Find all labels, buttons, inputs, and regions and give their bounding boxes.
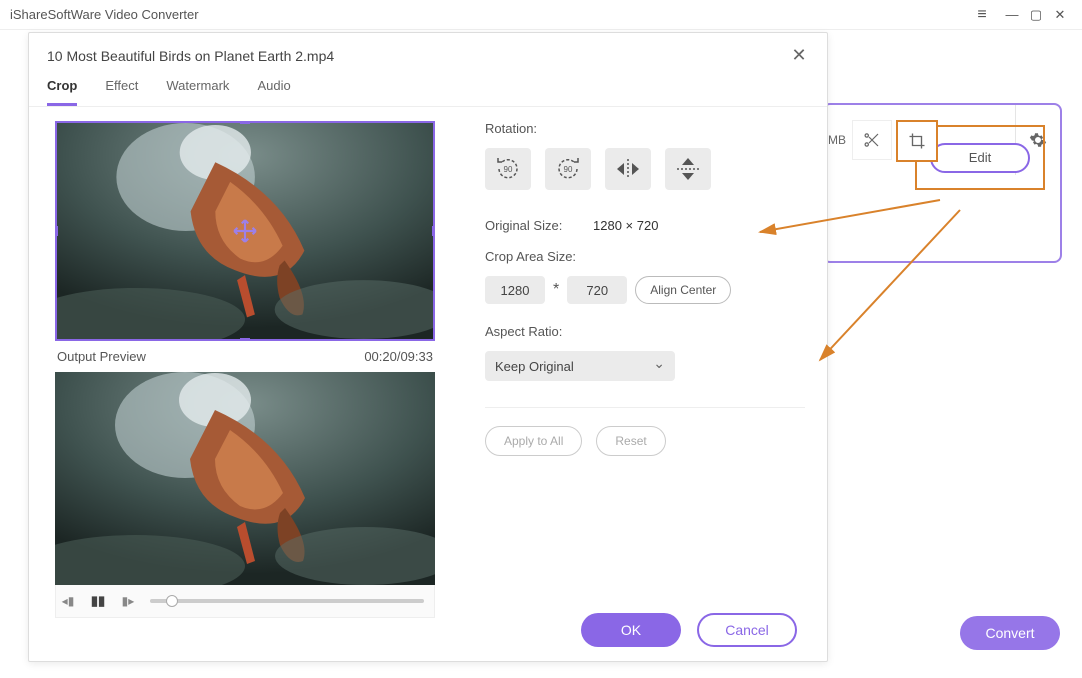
app-title: iShareSoftWare Video Converter (10, 7, 970, 22)
flip-vertical-icon (673, 155, 703, 183)
menu-icon[interactable]: ≡ (970, 6, 994, 24)
prev-button[interactable]: ◂▮ (60, 594, 76, 608)
dialog-footer: OK Cancel (29, 613, 827, 647)
seek-thumb[interactable] (166, 595, 178, 607)
ok-button[interactable]: OK (581, 613, 681, 647)
crop-area-label: Crop Area Size: (485, 249, 805, 264)
output-preview (55, 372, 435, 585)
crop-height-input[interactable] (567, 276, 627, 304)
crop-preview[interactable] (55, 121, 435, 341)
cancel-label: Cancel (725, 622, 769, 638)
dialog-title: 10 Most Beautiful Birds on Planet Earth … (47, 48, 789, 64)
flip-horizontal-button[interactable] (605, 148, 651, 190)
rotate-cw-button[interactable]: 90 (545, 148, 591, 190)
preview-column: Output Preview 00:20/09:33 ◂▮ (55, 121, 435, 593)
rotate-ccw-icon: 90 (493, 155, 523, 183)
reset-button[interactable]: Reset (596, 426, 665, 456)
cancel-button[interactable]: Cancel (697, 613, 797, 647)
crop-icon[interactable] (908, 132, 926, 150)
rotate-cw-icon: 90 (553, 155, 583, 183)
edit-dialog: 10 Most Beautiful Birds on Planet Earth … (28, 32, 828, 662)
move-icon (232, 218, 258, 244)
minimize-button[interactable]: — (1000, 7, 1024, 22)
titlebar: iShareSoftWare Video Converter ≡ — ▢ ✕ (0, 0, 1082, 30)
convert-button[interactable]: Convert (960, 616, 1060, 650)
edit-button-label: Edit (969, 150, 991, 165)
svg-text:90: 90 (564, 165, 573, 174)
convert-button-label: Convert (985, 625, 1034, 641)
reset-label: Reset (615, 434, 646, 448)
cut-button[interactable] (852, 120, 892, 160)
controls-column: Rotation: 90 90 (485, 121, 805, 593)
tab-audio[interactable]: Audio (257, 78, 290, 106)
apply-to-all-button[interactable]: Apply to All (485, 426, 582, 456)
scissors-icon (863, 131, 881, 149)
svg-text:90: 90 (504, 165, 513, 174)
close-button[interactable]: ✕ (1048, 7, 1072, 23)
dialog-tabs: Crop Effect Watermark Audio (29, 72, 827, 107)
tab-crop[interactable]: Crop (47, 78, 77, 106)
tab-effect[interactable]: Effect (105, 78, 138, 106)
dialog-close-button[interactable]: ✕ (789, 45, 809, 66)
output-preview-label: Output Preview (57, 349, 146, 364)
dialog-header: 10 Most Beautiful Birds on Planet Earth … (29, 33, 827, 72)
pause-button[interactable]: ▮▮ (90, 593, 106, 609)
original-size-value: 1280 × 720 (593, 218, 658, 233)
ok-label: OK (621, 622, 641, 638)
apply-to-all-label: Apply to All (504, 434, 563, 448)
original-size-label: Original Size: (485, 218, 577, 233)
seek-slider[interactable] (150, 599, 424, 603)
rotation-label: Rotation: (485, 121, 805, 136)
rotate-ccw-button[interactable]: 90 (485, 148, 531, 190)
crop-tool-highlight (896, 120, 938, 162)
aspect-ratio-label: Aspect Ratio: (485, 324, 805, 339)
edit-button[interactable]: Edit (930, 143, 1030, 173)
divider (485, 407, 805, 408)
multiply-symbol: * (553, 281, 559, 299)
output-image (55, 372, 435, 585)
tab-watermark[interactable]: Watermark (166, 78, 229, 106)
next-button[interactable]: ▮▸ (120, 594, 136, 608)
preview-time: 00:20/09:33 (364, 349, 433, 364)
crop-width-input[interactable] (485, 276, 545, 304)
flip-vertical-button[interactable] (665, 148, 711, 190)
align-center-label: Align Center (650, 283, 716, 297)
aspect-ratio-select[interactable]: Keep Original (485, 351, 675, 381)
flip-horizontal-icon (613, 155, 643, 183)
maximize-button[interactable]: ▢ (1024, 7, 1048, 23)
align-center-button[interactable]: Align Center (635, 276, 731, 304)
